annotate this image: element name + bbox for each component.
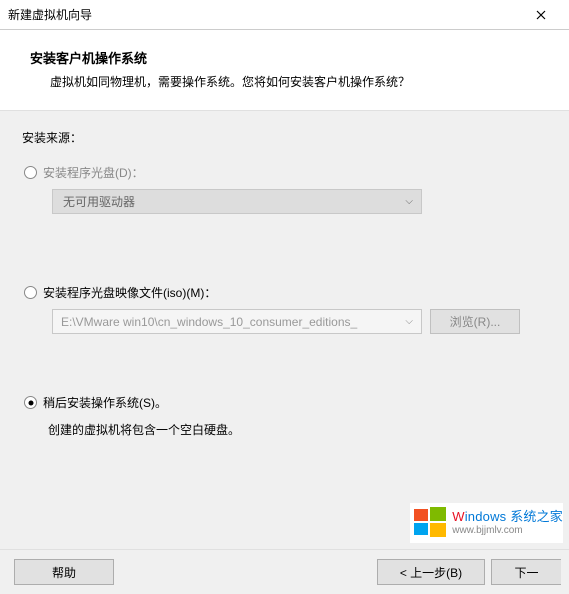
windows-logo-icon xyxy=(410,503,450,543)
drive-dropdown[interactable]: 无可用驱动器 ⌵ xyxy=(52,189,422,214)
radio-label-later: 稍后安装操作系统(S)。 xyxy=(43,394,167,411)
radio-install-later[interactable]: 稍后安装操作系统(S)。 xyxy=(24,394,547,411)
window-title: 新建虚拟机向导 xyxy=(8,6,521,23)
install-later-hint: 创建的虚拟机将包含一个空白硬盘。 xyxy=(48,421,547,438)
wizard-header: 安装客户机操作系统 虚拟机如同物理机，需要操作系统。您将如何安装客户机操作系统？ xyxy=(0,30,569,110)
page-subheading: 虚拟机如同物理机，需要操作系统。您将如何安装客户机操作系统？ xyxy=(50,73,539,90)
watermark-url: www.bjjmlv.com xyxy=(452,525,563,536)
page-heading: 安装客户机操作系统 xyxy=(30,48,539,67)
chevron-down-icon: ⌵ xyxy=(405,316,413,327)
help-button[interactable]: 帮助 xyxy=(14,559,114,585)
radio-icon xyxy=(24,166,37,179)
wizard-footer: 帮助 < 上一步(B) 下一 xyxy=(0,550,569,594)
wizard-content: 安装来源： 安装程序光盘(D)： 无可用驱动器 ⌵ 安装程序光盘映像文件(iso… xyxy=(0,110,569,550)
radio-iso-file[interactable]: 安装程序光盘映像文件(iso)(M)： xyxy=(24,284,547,301)
option-install-later: 稍后安装操作系统(S)。 创建的虚拟机将包含一个空白硬盘。 xyxy=(22,394,547,438)
chevron-down-icon: ⌵ xyxy=(405,196,413,207)
watermark-brand: Windows 系统之家 xyxy=(452,510,563,524)
titlebar: 新建虚拟机向导 xyxy=(0,0,569,30)
source-label: 安装来源： xyxy=(22,129,547,146)
drive-dropdown-text: 无可用驱动器 xyxy=(63,193,135,210)
back-button[interactable]: < 上一步(B) xyxy=(377,559,485,585)
close-button[interactable] xyxy=(521,1,561,29)
watermark: Windows 系统之家 www.bjjmlv.com xyxy=(410,503,563,543)
browse-button[interactable]: 浏览(R)... xyxy=(430,309,520,334)
iso-path-text: E:\VMware win10\cn_windows_10_consumer_e… xyxy=(61,315,357,329)
close-icon xyxy=(536,10,546,20)
iso-path-input[interactable]: E:\VMware win10\cn_windows_10_consumer_e… xyxy=(52,309,422,334)
option-installer-disc: 安装程序光盘(D)： 无可用驱动器 ⌵ xyxy=(22,164,547,214)
radio-label-disc: 安装程序光盘(D)： xyxy=(43,164,144,181)
radio-icon xyxy=(24,396,37,409)
radio-icon xyxy=(24,286,37,299)
option-iso-file: 安装程序光盘映像文件(iso)(M)： E:\VMware win10\cn_w… xyxy=(22,284,547,334)
radio-label-iso: 安装程序光盘映像文件(iso)(M)： xyxy=(43,284,216,301)
next-button[interactable]: 下一 xyxy=(491,559,561,585)
radio-installer-disc[interactable]: 安装程序光盘(D)： xyxy=(24,164,547,181)
